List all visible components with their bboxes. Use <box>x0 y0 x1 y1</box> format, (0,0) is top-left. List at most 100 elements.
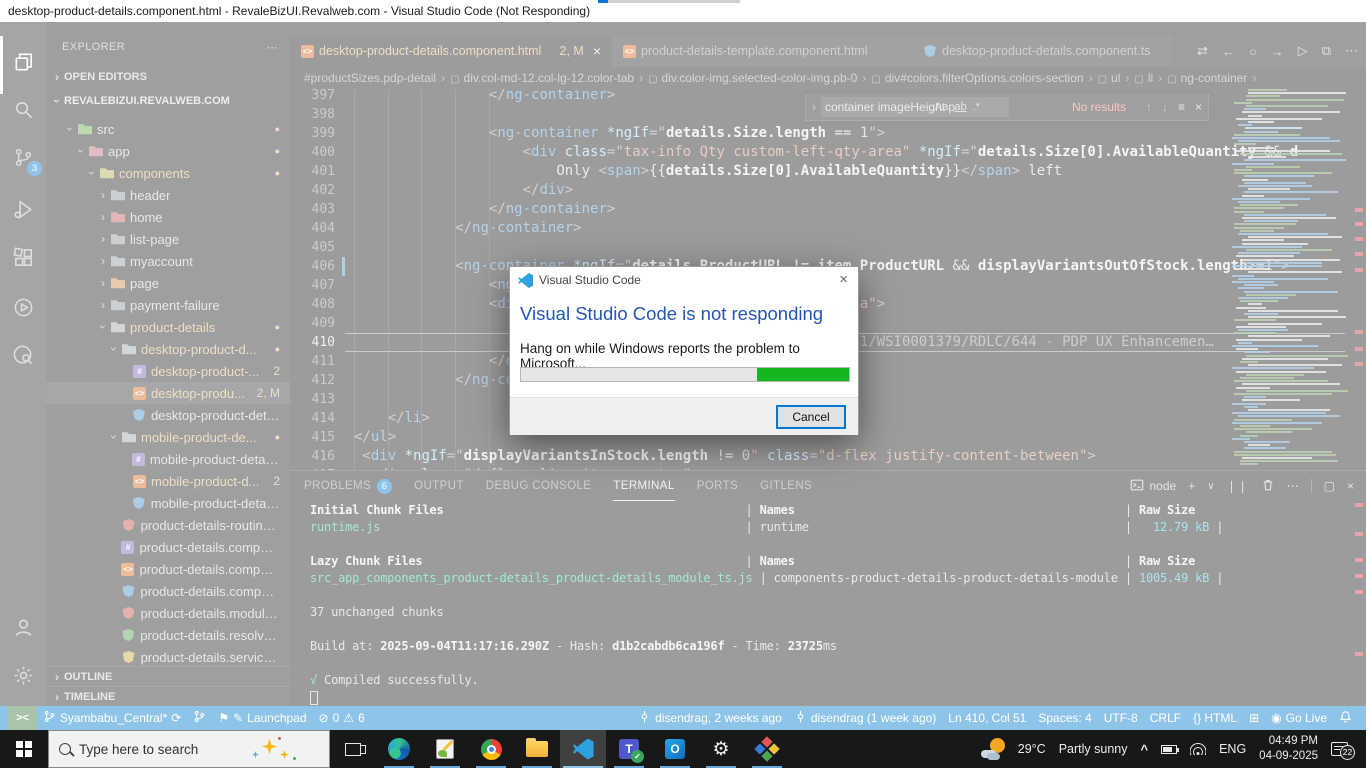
tree-item[interactable]: ›list-page <box>46 228 290 250</box>
taskbar-app-notepad[interactable] <box>422 730 468 768</box>
tree-item[interactable]: product-details.module.ts <box>46 602 290 624</box>
status-item-right[interactable]: CRLF <box>1144 706 1187 730</box>
weather-label[interactable]: Partly sunny <box>1059 742 1128 756</box>
panel-tab-ports[interactable]: PORTS <box>697 471 738 501</box>
start-button[interactable] <box>0 730 48 768</box>
find-in-selection-icon[interactable]: ≡ <box>1178 100 1185 114</box>
source-control-icon[interactable]: 3 <box>0 134 46 180</box>
minimap[interactable] <box>1228 89 1352 470</box>
tree-item[interactable]: <>mobile-product-d...2 <box>46 470 290 492</box>
status-item-right[interactable]: Ln 410, Col 51 <box>942 706 1032 730</box>
tree-item[interactable]: product-details.resolver.ts <box>46 624 290 646</box>
terminal-output[interactable]: Initial Chunk Files | Names | Raw Sizeru… <box>310 502 1356 706</box>
tree-item[interactable]: ›product-details● <box>46 316 290 338</box>
tree-item[interactable]: ›desktop-product-d...● <box>46 338 290 360</box>
find-next-icon[interactable]: ↓ <box>1162 100 1168 114</box>
dialog-close-icon[interactable]: × <box>839 271 848 288</box>
more-actions-icon[interactable]: ⋯ <box>1345 43 1358 59</box>
tree-item[interactable]: ›mobile-product-de...● <box>46 426 290 448</box>
whole-word-toggle[interactable]: ab <box>954 101 966 113</box>
taskbar-app-settings[interactable]: ⚙ <box>698 730 744 768</box>
match-case-toggle[interactable]: Aa <box>935 101 948 113</box>
tree-item[interactable]: ›app● <box>46 140 290 162</box>
status-item-right[interactable] <box>1333 706 1358 730</box>
status-item-right[interactable]: Spaces: 4 <box>1032 706 1097 730</box>
status-item-right[interactable]: ⊞ <box>1243 706 1265 730</box>
cancel-button[interactable]: Cancel <box>776 405 846 429</box>
panel-tab-problems[interactable]: PROBLEMS6 <box>304 471 392 501</box>
find-close-icon[interactable]: × <box>1195 100 1202 114</box>
action-center-icon[interactable]: 22 <box>1331 742 1348 756</box>
navigate-circle-icon[interactable]: ○ <box>1249 44 1257 59</box>
tray-expand-icon[interactable]: ^ <box>1140 742 1148 757</box>
tree-item[interactable]: ›home <box>46 206 290 228</box>
tree-item[interactable]: ›page <box>46 272 290 294</box>
status-item-left[interactable]: >< <box>8 706 37 730</box>
tree-item[interactable]: #desktop-product-...2 <box>46 360 290 382</box>
taskbar-app-file-explorer[interactable] <box>514 730 560 768</box>
account-icon[interactable] <box>0 604 46 650</box>
kill-terminal-icon[interactable] <box>1261 478 1275 495</box>
workspace-root-item[interactable]: › REVALEBIZUI.REVALWEB.COM <box>46 90 290 112</box>
status-item-left[interactable]: Syambabu_Central*⟳ <box>37 706 187 730</box>
tree-item[interactable]: product-details-routing.... <box>46 514 290 536</box>
status-item-left[interactable]: ⚑✎Launchpad <box>212 706 312 730</box>
run-icon[interactable]: ▷ <box>1298 43 1308 59</box>
status-item-right[interactable]: {} HTML <box>1187 706 1243 730</box>
panel-tab-debug-console[interactable]: DEBUG CONSOLE <box>486 471 592 501</box>
breadcrumb-segment[interactable]: ▢li <box>1134 71 1153 85</box>
tree-item[interactable]: ›payment-failure <box>46 294 290 316</box>
editor-tab[interactable]: <>product-details-template.component.htm… <box>612 35 912 67</box>
breadcrumb-segment[interactable]: ▢div.color-img.selected-color-img.pb-0 <box>648 71 857 85</box>
taskbar-search[interactable]: Type here to search <box>48 730 330 768</box>
find-previous-icon[interactable]: ↑ <box>1146 100 1152 114</box>
breadcrumb-segment[interactable]: ▢ul <box>1098 71 1121 85</box>
taskbar-app-chrome[interactable] <box>468 730 514 768</box>
navigate-forward-icon[interactable]: → <box>1271 44 1284 59</box>
split-terminal-icon[interactable]: ❘❘ <box>1227 479 1249 493</box>
remote-search-icon[interactable] <box>0 332 46 378</box>
explorer-icon[interactable] <box>0 38 46 84</box>
tree-item[interactable]: ›components● <box>46 162 290 184</box>
run-debug-icon[interactable] <box>0 186 46 232</box>
status-item-left[interactable] <box>187 706 212 730</box>
panel-more-actions-icon[interactable]: ⋯ <box>1287 479 1299 493</box>
close-panel-icon[interactable]: × <box>1347 479 1354 493</box>
tree-item[interactable]: product-details.compon... <box>46 580 290 602</box>
terminal-dropdown-icon[interactable]: ∨ <box>1207 481 1214 492</box>
panel-tab-output[interactable]: OUTPUT <box>414 471 464 501</box>
panel-tab-gitlens[interactable]: GITLENS <box>760 471 812 501</box>
tab-close-icon[interactable]: × <box>593 43 601 59</box>
settings-icon[interactable] <box>0 652 46 698</box>
weather-icon[interactable] <box>981 738 1005 760</box>
test-explorer-icon[interactable] <box>0 284 46 330</box>
tree-item[interactable]: <>desktop-produ...2, M <box>46 382 290 404</box>
extensions-icon[interactable] <box>0 234 46 280</box>
outline-section[interactable]: › OUTLINE <box>46 666 290 686</box>
language-indicator[interactable]: ENG <box>1219 742 1246 756</box>
status-item-left[interactable]: ⊘0⚠6 <box>313 706 371 730</box>
sidebar-more-actions-icon[interactable]: ⋯ <box>267 41 278 54</box>
maximize-panel-icon[interactable]: ▢ <box>1324 479 1335 493</box>
tree-item[interactable]: #product-details.compon... <box>46 536 290 558</box>
regex-toggle[interactable]: .* <box>973 101 980 113</box>
status-item-right[interactable]: UTF-8 <box>1098 706 1144 730</box>
timeline-section[interactable]: › TIMELINE <box>46 686 290 706</box>
tree-item[interactable]: <>product-details.compon... <box>46 558 290 580</box>
find-collapse-icon[interactable]: › <box>812 100 816 114</box>
tree-item[interactable]: ›myaccount <box>46 250 290 272</box>
tree-item[interactable]: mobile-product-details.... <box>46 492 290 514</box>
editor-tab[interactable]: <>desktop-product-details.component.html… <box>290 35 612 67</box>
status-item-right[interactable]: disendrag (1 week ago) <box>788 706 942 730</box>
battery-icon[interactable] <box>1161 745 1177 754</box>
panel-tab-terminal[interactable]: TERMINAL <box>613 471 674 501</box>
new-terminal-icon[interactable]: + <box>1188 479 1195 493</box>
breadcrumb-segment[interactable]: ▢div.col-md-12.col-lg-12.color-tab <box>450 71 634 85</box>
taskbar-app-task-view[interactable] <box>330 730 376 768</box>
open-editors-section[interactable]: › OPEN EDITORS <box>46 66 290 88</box>
taskbar-app-vscode[interactable] <box>560 730 606 768</box>
wifi-icon[interactable] <box>1190 743 1206 755</box>
breadcrumb-segment[interactable]: ▢div#colors.filterOptions.colors-section <box>871 71 1083 85</box>
breadcrumb-segment[interactable]: #productSizes.pdp-detail <box>304 71 436 85</box>
taskbar-app-outlook[interactable]: O <box>652 730 698 768</box>
